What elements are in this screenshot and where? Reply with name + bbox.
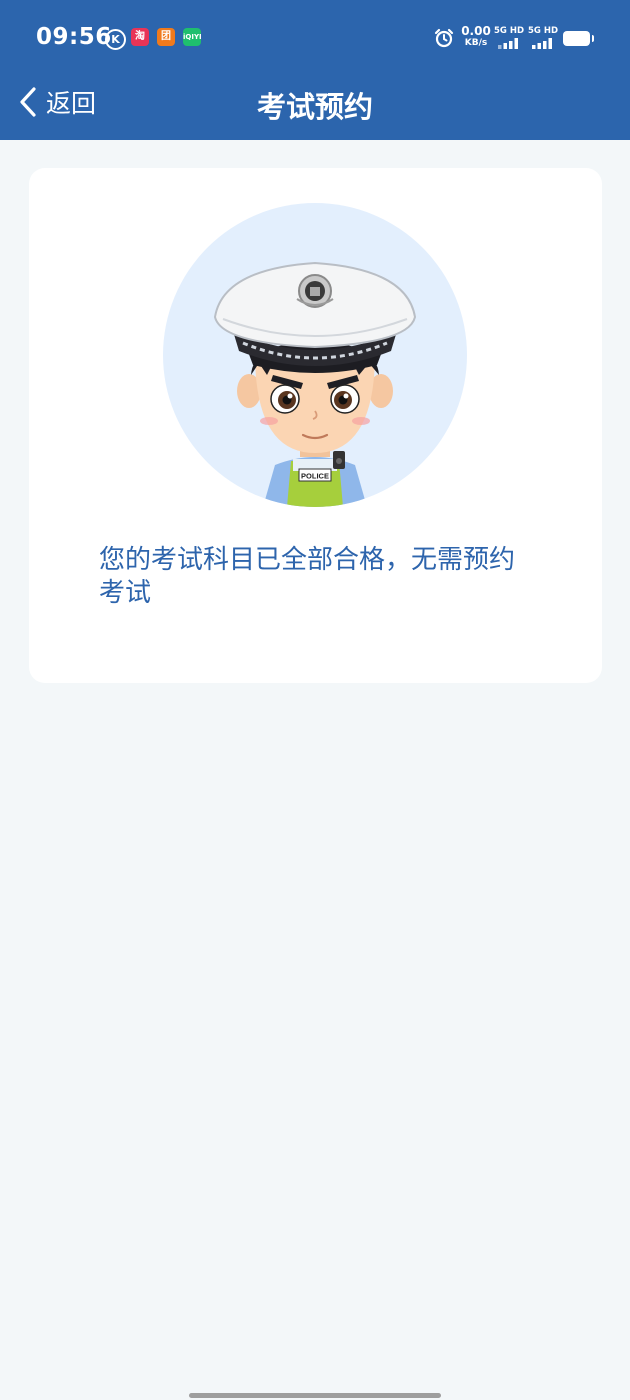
signal-1-label: 5G HD: [494, 26, 525, 36]
net-speed: 0.00 KB/s: [460, 25, 492, 49]
police-officer-icon: POLICE: [213, 261, 417, 507]
exam-status-message: 您的考试科目已全部合格，无需预约考试: [99, 545, 516, 608]
k-icon: K: [105, 29, 126, 50]
police-badge-text: POLICE: [301, 472, 329, 481]
app-header: 09:56 K 淘 团 iQIYI 0.00 KB/s 5G HD 5G HD: [0, 0, 630, 140]
signal-2: 5G HD: [528, 26, 562, 50]
signal-bars-icon: [498, 38, 518, 49]
status-bar: 09:56 K 淘 团 iQIYI 0.00 KB/s 5G HD 5G HD: [0, 0, 630, 78]
alarm-icon: [434, 28, 454, 48]
signal-2-label: 5G HD: [528, 26, 559, 36]
iqiyi-icon: iQIYI: [183, 28, 202, 46]
result-card: POLICE 您的考试科目已全部合格，无需预约考试: [29, 168, 602, 683]
taobao-icon: 淘: [131, 28, 149, 46]
police-avatar-illustration: POLICE: [163, 203, 467, 507]
battery-icon: [563, 31, 594, 46]
net-speed-unit: KB/s: [464, 38, 488, 48]
net-speed-value: 0.00: [461, 24, 491, 38]
shopping-icon: 团: [157, 28, 175, 46]
page-title: 考试预约: [256, 90, 373, 124]
signal-bars-icon: [532, 38, 552, 49]
status-time: 09:56: [36, 24, 112, 50]
home-indicator[interactable]: [189, 1393, 441, 1398]
signal-1: 5G HD: [494, 26, 528, 50]
